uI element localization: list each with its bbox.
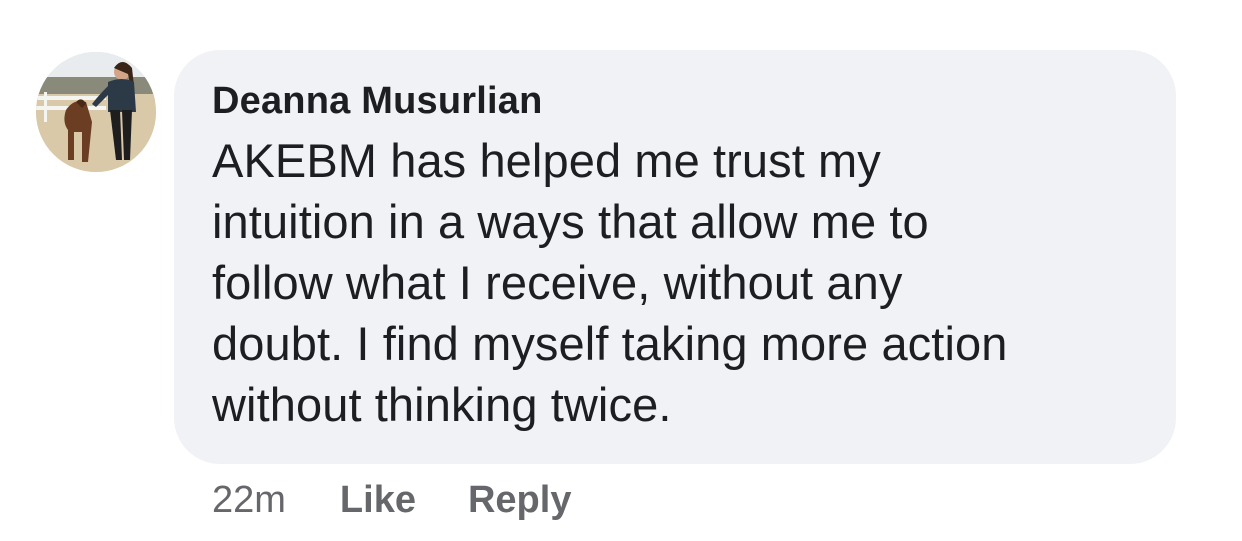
comment-actions: 22m Like Reply bbox=[212, 476, 623, 524]
comment-timestamp[interactable]: 22m bbox=[212, 479, 286, 522]
comment-text: AKEBM has helped me trust my intuition i… bbox=[212, 134, 1008, 431]
reply-button[interactable]: Reply bbox=[468, 479, 571, 522]
comment-bubble: Deanna Musurlian AKEBM has helped me tru… bbox=[174, 50, 1176, 464]
like-button[interactable]: Like bbox=[340, 479, 416, 522]
comment-author-name[interactable]: Deanna Musurlian bbox=[212, 78, 1138, 124]
avatar[interactable] bbox=[36, 52, 156, 172]
avatar-photo bbox=[36, 52, 156, 172]
